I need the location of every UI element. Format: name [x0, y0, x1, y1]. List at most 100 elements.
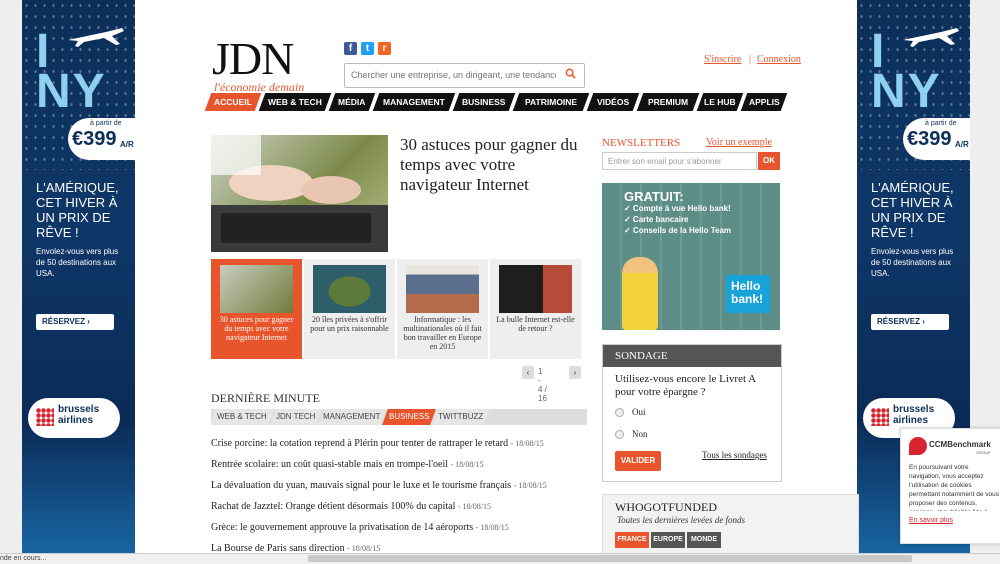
- carousel-prev-button[interactable]: ‹: [522, 366, 534, 379]
- option-label: Non: [632, 429, 648, 439]
- news-headline[interactable]: Rentrée scolaire: un coût quasi-stable m…: [211, 459, 448, 470]
- nav-label: PATRIMOINE: [524, 97, 578, 107]
- newsletter-title: NEWSLETTERS: [602, 137, 681, 149]
- wgf-tab-europe[interactable]: EUROPE: [651, 532, 685, 548]
- poll-title: SONDAGE: [603, 345, 781, 367]
- skin-ad-left[interactable]: I NY à partir de €399 A/R L'AMÉRIQUE, CE…: [22, 0, 135, 563]
- news-item[interactable]: Rachat de Jazztel: Orange détient désorm…: [211, 501, 491, 512]
- hello-bank-ad[interactable]: GRATUIT: ✓ Compte à vue Hello bank! ✓ Ca…: [602, 183, 780, 330]
- airline-name: brussels airlines: [58, 404, 100, 426]
- ad-line: ✓ Carte bancaire: [624, 215, 689, 224]
- nav-le-hub[interactable]: LE HUB: [696, 93, 744, 111]
- nav-label: PREMIUM: [647, 97, 689, 107]
- news-date: - 18/08/15: [450, 460, 484, 469]
- carousel-next-button[interactable]: ›: [569, 366, 581, 379]
- main-nav: ACCUEIL WEB & TECH MÉDIA MANAGEMENT BUSI…: [204, 93, 788, 111]
- auth-separator: |: [749, 54, 752, 65]
- news-headline[interactable]: Grèce: le gouvernement approuve la priva…: [211, 522, 473, 533]
- tab-label: TWITTBUZZ: [438, 412, 484, 421]
- thumb-caption: 30 astuces pour gagner du temps avec vot…: [219, 315, 294, 342]
- tab-management[interactable]: MANAGEMENT: [318, 409, 386, 425]
- twitter-icon[interactable]: t: [361, 42, 374, 55]
- carousel-item[interactable]: 20 îles privées à s'offrir pour un prix …: [304, 259, 395, 359]
- poll-option-no[interactable]: Non: [615, 429, 648, 440]
- jdn-logo[interactable]: JDN: [212, 36, 294, 82]
- airline-logo: brussels airlines: [28, 398, 120, 438]
- newsletter-ok-button[interactable]: OK: [758, 152, 780, 170]
- carousel-item[interactable]: La bulle Internet est-elle de retour ?: [490, 259, 581, 359]
- tab-label: BUSINESS: [388, 412, 430, 421]
- reserve-button[interactable]: RÉSERVEZ ›: [36, 314, 114, 330]
- nav-media[interactable]: MÉDIA: [328, 93, 376, 111]
- ad-line: ✓ Conseils de la Hello Team: [624, 226, 732, 235]
- ccm-name: CCMBenchmark: [929, 440, 991, 449]
- news-date: - 18/08/15: [347, 544, 381, 553]
- cookie-more-link[interactable]: En savoir plus: [909, 517, 953, 524]
- from-label: à partir de: [925, 120, 957, 127]
- horizontal-scrollbar[interactable]: [308, 555, 912, 562]
- status-text: nde en cours...: [0, 555, 47, 562]
- search-input[interactable]: [345, 64, 562, 85]
- latest-title: DERNIÈRE MINUTE: [211, 391, 320, 405]
- poll-option-yes[interactable]: Oui: [615, 407, 646, 418]
- from-label: à partir de: [90, 120, 122, 127]
- thumb-caption: 20 îles privées à s'offrir pour un prix …: [310, 315, 389, 333]
- signup-link[interactable]: S'inscrire: [704, 54, 741, 65]
- newsletter-email-field[interactable]: Entrer son email pour s'abonner: [602, 152, 757, 170]
- tab-business[interactable]: BUSINESS: [382, 409, 436, 425]
- search-box[interactable]: [344, 63, 585, 88]
- wgf-tab-france[interactable]: FRANCE: [615, 532, 649, 548]
- nav-label: BUSINESS: [462, 97, 506, 107]
- carousel-item[interactable]: Informatique : les multinationales où il…: [397, 259, 488, 359]
- carousel-item[interactable]: 30 astuces pour gagner du temps avec vot…: [211, 259, 302, 359]
- tab-jdn-tech[interactable]: JDN TECH: [270, 409, 322, 425]
- news-headline[interactable]: Rachat de Jazztel: Orange détient désorm…: [211, 501, 455, 512]
- rss-icon[interactable]: r: [378, 42, 391, 55]
- news-headline[interactable]: Crise porcine: la cotation reprend à Plé…: [211, 438, 508, 449]
- newsletter-example-link[interactable]: Voir un exemple: [706, 137, 772, 148]
- pager-count: 1 - 4 / 16: [538, 367, 547, 403]
- nav-patrimoine[interactable]: PATRIMOINE: [512, 93, 590, 111]
- ccm-group: GROUP: [976, 450, 991, 455]
- nav-web-tech[interactable]: WEB & TECH: [258, 93, 332, 111]
- search-icon[interactable]: [565, 68, 576, 79]
- news-headline[interactable]: La dévaluation du yuan, mauvais signal p…: [211, 480, 511, 491]
- news-item[interactable]: La dévaluation du yuan, mauvais signal p…: [211, 480, 547, 491]
- nav-applis[interactable]: APPLIS: [740, 93, 788, 111]
- i-love-ny-logo: I NY: [36, 25, 107, 118]
- reserve-label: RÉSERVEZ: [42, 317, 85, 326]
- all-polls-link[interactable]: Tous les sondages: [702, 450, 767, 460]
- nav-accueil[interactable]: ACCUEIL: [204, 93, 262, 111]
- nav-management[interactable]: MANAGEMENT: [372, 93, 456, 111]
- nav-premium[interactable]: PREMIUM: [636, 93, 700, 111]
- hello-bank-logo: Hello bank!: [726, 275, 770, 313]
- poll-question: Utilisez-vous encore le Livret A pour vo…: [615, 373, 756, 398]
- latest-tabs: WEB & TECH JDN TECH MANAGEMENT BUSINESS …: [210, 409, 587, 425]
- carousel: 30 astuces pour gagner du temps avec vot…: [211, 259, 582, 359]
- radio-button[interactable]: [615, 408, 624, 418]
- news-item[interactable]: Grèce: le gouvernement approuve la priva…: [211, 522, 509, 533]
- cookie-text: En poursuivant votre navigation, vous ac…: [909, 464, 999, 511]
- tab-label: MANAGEMENT: [323, 412, 381, 421]
- wgf-tab-monde[interactable]: MONDE: [687, 532, 721, 548]
- tab-web-tech[interactable]: WEB & TECH: [210, 409, 274, 425]
- skin-subtext: Envolez-vous vers plus de 50 destination…: [36, 247, 119, 278]
- ad-lines: ✓ Compte à vue Hello bank! ✓ Carte banca…: [624, 203, 731, 236]
- ad-headline: GRATUIT:: [624, 189, 684, 204]
- poll-submit-button[interactable]: VALIDER: [615, 451, 661, 471]
- news-item[interactable]: Crise porcine: la cotation reprend à Plé…: [211, 438, 544, 449]
- nav-videos[interactable]: VIDÉOS: [586, 93, 640, 111]
- nav-business[interactable]: BUSINESS: [452, 93, 516, 111]
- tab-twittbuzz[interactable]: TWITTBUZZ: [432, 409, 490, 425]
- facebook-icon[interactable]: f: [344, 42, 357, 55]
- news-item[interactable]: Rentrée scolaire: un coût quasi-stable m…: [211, 459, 484, 470]
- nav-label: APPLIS: [748, 97, 780, 107]
- hero-image[interactable]: [211, 135, 388, 252]
- radio-button[interactable]: [615, 430, 624, 440]
- hero-title[interactable]: 30 astuces pour gagner du temps avec vot…: [400, 135, 585, 195]
- i-love-ny-logo: I NY: [871, 25, 942, 118]
- price-value: €399: [72, 128, 117, 150]
- thumb-image: [313, 265, 386, 313]
- reserve-button[interactable]: RÉSERVEZ ›: [871, 314, 949, 330]
- login-link[interactable]: Connexion: [757, 54, 801, 65]
